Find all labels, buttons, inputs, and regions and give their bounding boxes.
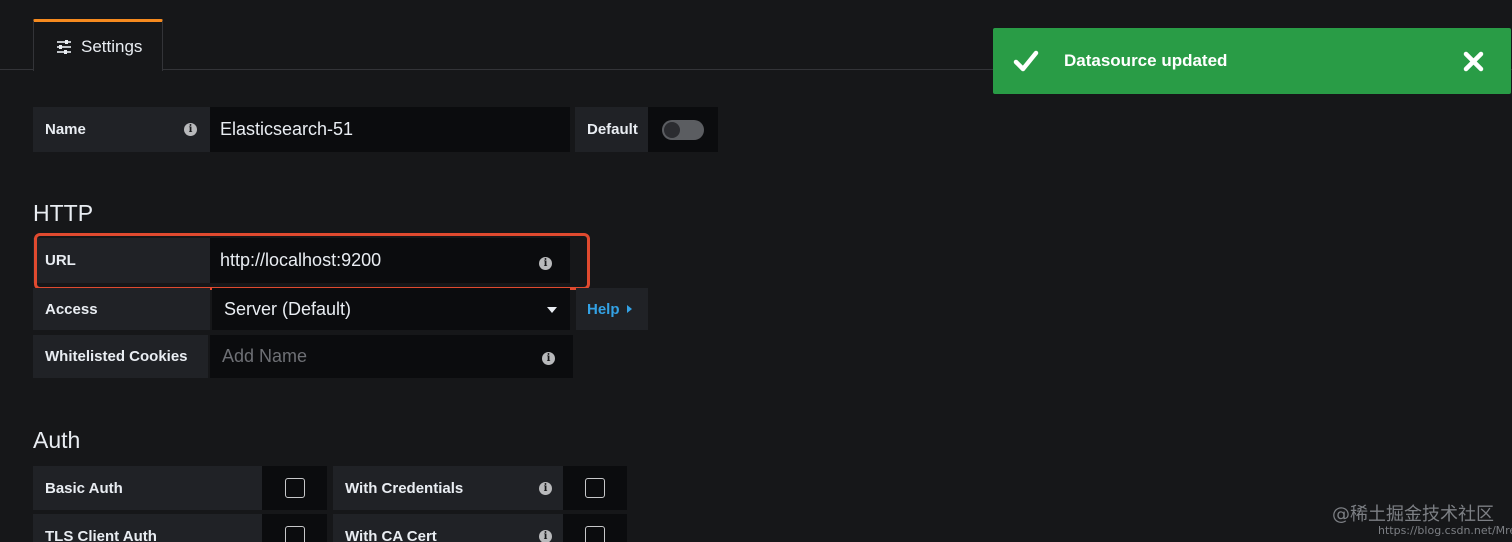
cookies-label-text: Whitelisted Cookies xyxy=(45,348,188,365)
auth-section-title: Auth xyxy=(33,427,81,453)
with-credentials-label: With Credentials xyxy=(333,466,563,510)
with-ca-cert-checkbox[interactable] xyxy=(585,526,605,542)
access-select-value: Server (Default) xyxy=(224,298,352,319)
cookies-input-placeholder: Add Name xyxy=(222,346,308,366)
help-button[interactable]: Help xyxy=(576,288,648,330)
tls-client-auth-label-text: TLS Client Auth xyxy=(45,527,157,542)
cookies-label: Whitelisted Cookies xyxy=(33,335,208,378)
datasource-settings-page: Settings Name i Elasticsearch-51 Default… xyxy=(0,0,1512,542)
with-credentials-checkbox-cell xyxy=(563,466,627,510)
default-label: Default xyxy=(575,107,648,152)
url-highlight-box xyxy=(34,233,590,290)
with-credentials-checkbox[interactable] xyxy=(585,478,605,498)
basic-auth-label: Basic Auth xyxy=(33,466,262,510)
toast-message: Datasource updated xyxy=(1064,51,1228,70)
with-ca-cert-label: With CA Cert xyxy=(333,514,563,542)
cookies-input[interactable]: Add Name xyxy=(210,335,573,378)
tls-client-auth-label: TLS Client Auth xyxy=(33,514,262,542)
default-toggle-container xyxy=(648,107,718,152)
sliders-icon xyxy=(56,39,72,55)
name-input[interactable]: Elasticsearch-51 xyxy=(210,107,570,152)
caret-right-icon xyxy=(626,305,632,313)
with-ca-cert-checkbox-cell xyxy=(563,514,627,542)
tab-settings-label: Settings xyxy=(81,36,143,56)
tab-settings[interactable]: Settings xyxy=(33,19,163,71)
success-toast: Datasource updated xyxy=(993,28,1511,94)
default-toggle[interactable] xyxy=(662,119,704,140)
check-icon xyxy=(1013,49,1039,73)
default-label-text: Default xyxy=(587,121,638,138)
access-select[interactable]: Server (Default) xyxy=(212,288,570,330)
info-icon[interactable]: i xyxy=(542,352,555,365)
toggle-knob xyxy=(664,121,680,138)
basic-auth-checkbox[interactable] xyxy=(284,478,305,498)
access-label: Access xyxy=(33,288,210,330)
access-label-text: Access xyxy=(45,300,98,318)
http-section-title: HTTP xyxy=(33,200,94,226)
name-input-value: Elasticsearch-51 xyxy=(220,119,354,139)
with-ca-cert-label-text: With CA Cert xyxy=(345,527,437,542)
info-icon[interactable]: i xyxy=(539,482,552,495)
chevron-down-icon xyxy=(547,307,557,313)
close-icon[interactable] xyxy=(1463,51,1484,72)
tls-client-auth-checkbox[interactable] xyxy=(284,526,305,542)
info-icon[interactable]: i xyxy=(539,530,552,542)
watermark-url: https://blog.csdn.net/Mrerlou xyxy=(1378,524,1512,537)
tls-client-auth-checkbox-cell xyxy=(262,514,327,542)
with-credentials-label-text: With Credentials xyxy=(345,479,464,497)
watermark: @稀土掘金技术社区 xyxy=(1332,504,1494,525)
basic-auth-label-text: Basic Auth xyxy=(45,479,123,497)
name-label-text: Name xyxy=(45,121,86,138)
info-icon[interactable]: i xyxy=(184,123,197,136)
basic-auth-checkbox-cell xyxy=(262,466,327,510)
help-button-label: Help xyxy=(587,300,620,318)
